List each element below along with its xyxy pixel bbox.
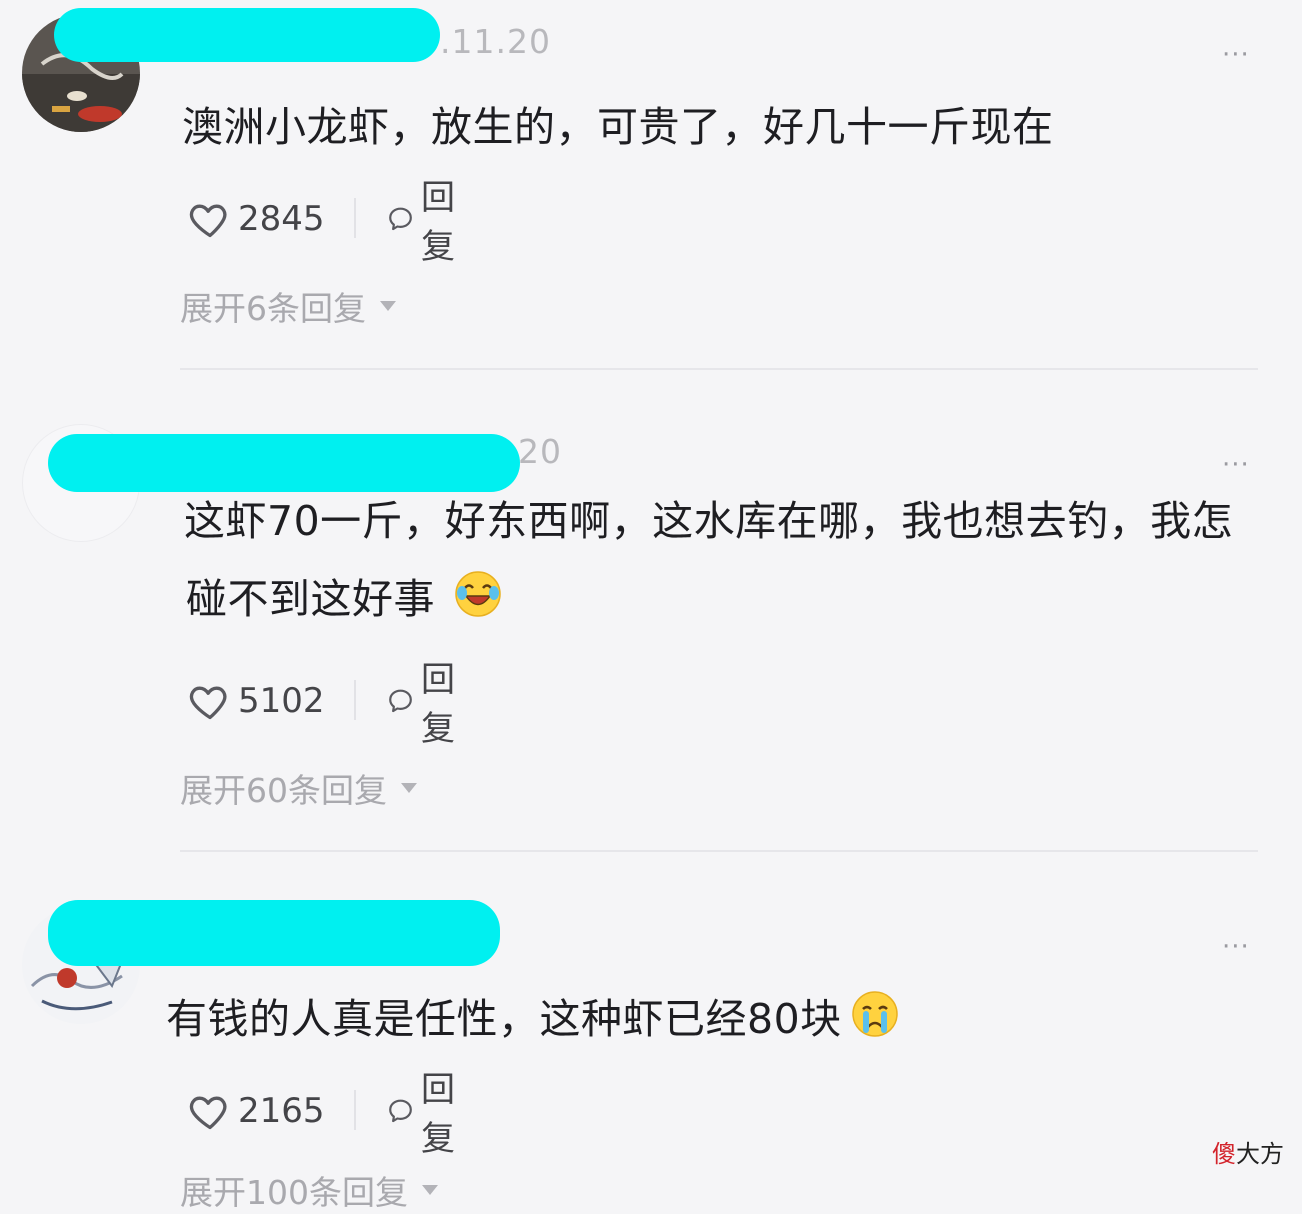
comment-divider — [180, 368, 1258, 370]
caret-down-icon — [401, 783, 417, 793]
comment-bubble-icon — [389, 1099, 412, 1123]
watermark-red-text: 傻 — [1212, 1140, 1236, 1168]
action-separator — [354, 198, 356, 238]
reply-label: 回复 — [421, 1070, 456, 1159]
action-separator — [354, 1090, 356, 1130]
expand-replies-button[interactable]: 展开60条回复 — [180, 764, 417, 812]
like-count: 5102 — [238, 681, 325, 721]
heart-icon — [189, 1096, 227, 1130]
like-button[interactable]: 2845 — [188, 194, 325, 244]
watermark-text: 大方 — [1236, 1140, 1284, 1168]
reply-button[interactable]: 回复 — [386, 178, 468, 267]
heart-icon — [189, 686, 227, 720]
comment-divider — [180, 850, 1258, 852]
like-count: 2165 — [238, 1091, 325, 1131]
expand-replies-label: 展开100条回复 — [180, 1173, 408, 1212]
like-count: 2845 — [238, 199, 325, 239]
heart-icon — [189, 204, 227, 238]
expand-replies-label: 展开6条回复 — [180, 289, 366, 328]
reply-button[interactable]: 回复 — [386, 660, 468, 749]
comment-date: 20 — [518, 432, 562, 471]
reply-label: 回复 — [421, 178, 456, 267]
redacted-username — [54, 8, 440, 62]
more-options-icon[interactable]: ··· — [1222, 40, 1250, 70]
comment-text-row: 有钱的人真是任性，这种虾已经80块 — [166, 980, 900, 1064]
comment-text-line2: 碰不到这好事 — [186, 575, 435, 623]
comment-bubble-icon — [389, 689, 412, 713]
crying-emoji-icon — [850, 986, 900, 1064]
expand-replies-button[interactable]: 展开100条回复 — [180, 1166, 438, 1214]
more-options-icon[interactable]: ··· — [1222, 450, 1250, 480]
comment-text: 这虾70一斤，好东西啊，这水库在哪，我也想去钓，我怎 — [184, 497, 1234, 545]
caret-down-icon — [422, 1185, 438, 1195]
laughing-crying-emoji-icon — [453, 566, 503, 644]
action-separator — [354, 680, 356, 720]
reply-label: 回复 — [421, 660, 456, 749]
caret-down-icon — [380, 301, 396, 311]
more-options-icon[interactable]: ··· — [1222, 932, 1250, 962]
comment-date: .11.20 — [440, 22, 551, 61]
like-button[interactable]: 5102 — [188, 676, 325, 726]
comment-text: 澳洲小龙虾，放生的，可贵了，好几十一斤现在 — [182, 103, 1054, 151]
like-button[interactable]: 2165 — [188, 1086, 325, 1136]
expand-replies-button[interactable]: 展开6条回复 — [180, 282, 396, 330]
redacted-username — [48, 900, 500, 966]
watermark: 傻大方 — [1212, 1134, 1284, 1169]
comment-bubble-icon — [389, 207, 412, 231]
comment-text: 有钱的人真是任性，这种虾已经80块 — [166, 995, 842, 1043]
expand-replies-label: 展开60条回复 — [180, 771, 387, 810]
reply-button[interactable]: 回复 — [386, 1070, 468, 1159]
comment-text-continued: 碰不到这好事 — [186, 560, 503, 644]
